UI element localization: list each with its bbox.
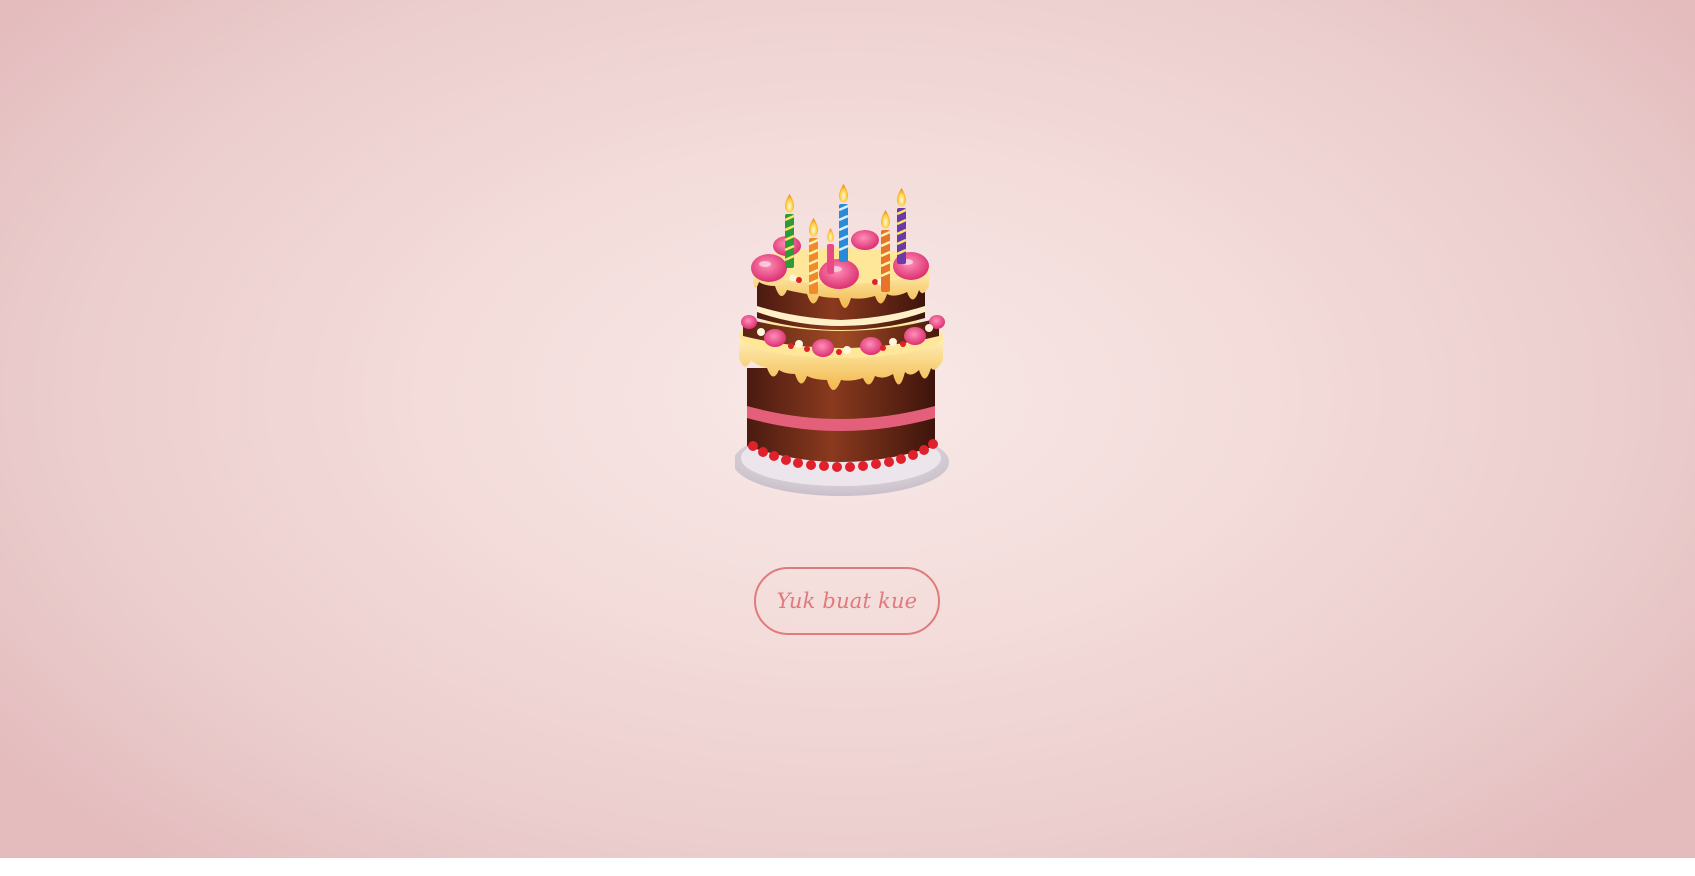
make-cake-button[interactable]: Yuk buat kue: [754, 567, 940, 635]
make-cake-button-label: Yuk buat kue: [776, 589, 918, 613]
page-background: Yuk buat kue: [0, 0, 1695, 858]
birthday-cake-icon: [735, 178, 955, 504]
